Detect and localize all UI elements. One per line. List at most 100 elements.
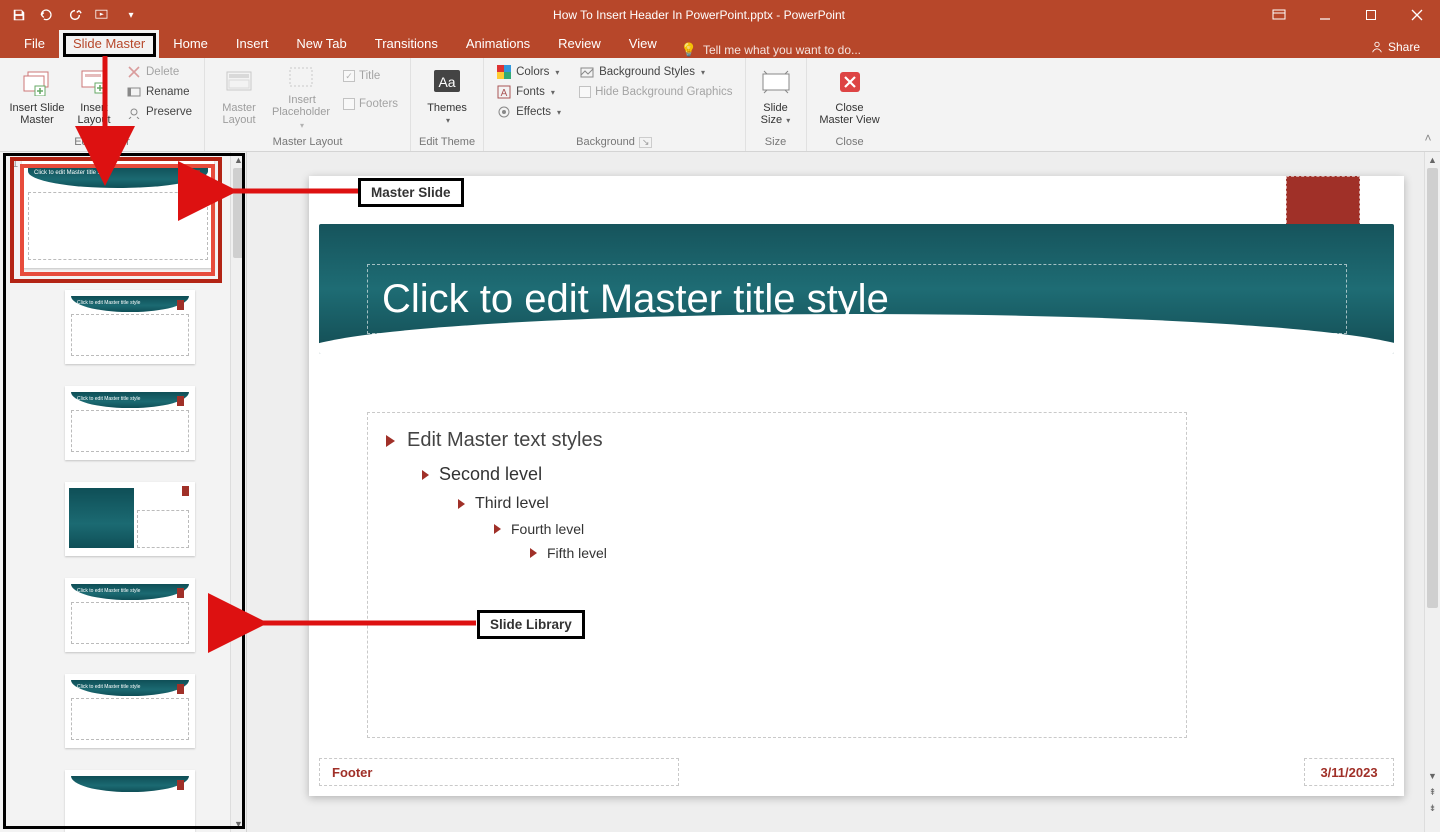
layout-thumbnail[interactable] [65,770,195,832]
scroll-up-icon[interactable]: ▲ [231,152,246,168]
close-window-button[interactable] [1394,0,1440,30]
ribbon-display-options-icon[interactable] [1256,0,1302,30]
thumbnail-pane[interactable]: 1 Click to edit Master title style Click… [0,152,247,832]
tab-file[interactable]: File [10,30,59,58]
group-background: Colors▾ A Fonts▾ Effects▾ Background Sty… [484,58,745,151]
thumb-badge-icon [190,170,200,184]
bullet-icon [494,524,501,534]
group-label-close: Close [835,134,863,151]
hide-background-checkbox[interactable]: Hide Background Graphics [575,82,736,102]
tab-insert[interactable]: Insert [222,30,283,58]
master-layout-icon [223,66,255,98]
insert-slide-master-icon [21,66,53,98]
delete-button[interactable]: Delete [122,62,196,82]
scrollbar-thumb[interactable] [1427,168,1438,608]
colors-label: Colors [516,66,549,78]
thumbnail-scrollbar[interactable]: ▲ ▼ [230,152,246,832]
title-placeholder-text: Click to edit Master title style [382,277,889,322]
tab-slide-master[interactable]: Slide Master [59,30,159,58]
group-label-edit-master: Edit Master [74,134,130,151]
tab-review[interactable]: Review [544,30,615,58]
save-icon[interactable] [8,4,30,26]
rename-button[interactable]: Rename [122,82,196,102]
layout-thumbnail[interactable]: Click to edit Master title style [65,290,195,364]
qat-more-icon[interactable]: ▾ [120,4,142,26]
scroll-down-icon[interactable]: ▼ [1425,768,1440,784]
lightbulb-icon: 💡 [681,42,697,58]
master-layout-button[interactable]: Master Layout [213,62,265,132]
scroll-up-icon[interactable]: ▲ [1425,152,1440,168]
background-styles-label: Background Styles [599,66,695,78]
close-master-view-button[interactable]: Close Master View [815,62,885,132]
maximize-button[interactable] [1348,0,1394,30]
slide-edit-area[interactable]: ‹#› Click to edit Master title style Edi… [247,152,1440,832]
tab-animations[interactable]: Animations [452,30,544,58]
close-master-view-label: Close Master View [819,102,879,126]
layout-thumbnail[interactable] [65,482,195,556]
previous-slide-icon[interactable]: ⇞ [1425,784,1440,800]
effects-icon [496,104,512,120]
tab-home[interactable]: Home [159,30,222,58]
background-styles-button[interactable]: Background Styles▾ [575,62,736,82]
footers-checkbox[interactable]: Footers [339,94,402,114]
master-slide-thumbnail[interactable]: 1 Click to edit Master title style [22,160,214,268]
checkbox-icon [343,98,355,110]
start-from-beginning-icon[interactable] [92,4,114,26]
title-checkbox[interactable]: ✓ Title [339,66,402,86]
fonts-label: Fonts [516,86,545,98]
insert-slide-master-button[interactable]: Insert Slide Master [8,62,66,132]
tab-new-tab[interactable]: New Tab [282,30,360,58]
scroll-down-icon[interactable]: ▼ [231,816,246,832]
collapse-ribbon-button[interactable]: ˄ [1416,58,1440,151]
group-master-layout: Master Layout Insert Placeholder ▾ ✓ Tit… [205,58,411,151]
background-launcher-icon[interactable]: ↘ [639,137,653,148]
tab-transitions[interactable]: Transitions [361,30,452,58]
thumb-body [28,192,208,260]
preserve-label: Preserve [146,106,192,118]
body-placeholder[interactable]: Edit Master text styles Second level Thi… [367,412,1187,738]
main-area: 1 Click to edit Master title style Click… [0,152,1440,832]
body-level-1: Edit Master text styles [386,429,1168,452]
preserve-icon [126,104,142,120]
insert-slide-master-label: Insert Slide Master [9,102,64,126]
slide-size-button[interactable]: Slide Size ▾ [754,62,798,132]
group-label-master-layout: Master Layout [273,134,343,151]
thumb-header: Click to edit Master title style [28,166,208,188]
edit-scrollbar[interactable]: ▲ ▼ ⇞ ⇟ [1424,152,1440,832]
group-label-background: Background [576,136,635,148]
date-placeholder[interactable]: 3/11/2023 [1304,758,1394,786]
colors-button[interactable]: Colors▾ [492,62,565,82]
scrollbar-thumb[interactable] [233,168,244,258]
next-slide-icon[interactable]: ⇟ [1425,800,1440,816]
fonts-button[interactable]: A Fonts▾ [492,82,565,102]
ribbon-tabs: File Slide Master Home Insert New Tab Tr… [0,30,1440,58]
layout-thumbnail[interactable]: Click to edit Master title style [65,386,195,460]
footer-placeholder[interactable]: Footer [319,758,679,786]
tab-view[interactable]: View [615,30,671,58]
layout-thumbnail[interactable]: Click to edit Master title style [65,674,195,748]
window-controls [1256,0,1440,30]
preserve-button[interactable]: Preserve [122,102,196,122]
insert-placeholder-button[interactable]: Insert Placeholder ▾ [269,62,335,132]
svg-text:Aa: Aa [439,74,456,90]
insert-layout-button[interactable]: Insert Layout [70,62,118,132]
bullet-icon [458,499,465,509]
quick-access-toolbar: ▾ [0,4,142,26]
checkbox-icon [579,86,591,98]
minimize-button[interactable] [1302,0,1348,30]
redo-icon[interactable] [64,4,86,26]
layout-thumbnail[interactable]: Click to edit Master title style [65,578,195,652]
insert-layout-icon [78,66,110,98]
themes-button[interactable]: Aa Themes▾ [420,62,474,132]
master-slide-canvas[interactable]: ‹#› Click to edit Master title style Edi… [309,176,1404,796]
slide-size-icon [760,66,792,98]
title-placeholder[interactable]: Click to edit Master title style [367,264,1347,334]
undo-icon[interactable] [36,4,58,26]
body-level-3: Third level [458,495,1168,513]
tell-me-search[interactable]: 💡 Tell me what you want to do... [681,42,861,58]
effects-button[interactable]: Effects▾ [492,102,565,122]
insert-layout-label: Insert Layout [77,102,110,126]
tell-me-placeholder: Tell me what you want to do... [703,43,861,57]
share-button[interactable]: Share [1360,36,1430,58]
group-label-edit-theme: Edit Theme [419,134,475,151]
